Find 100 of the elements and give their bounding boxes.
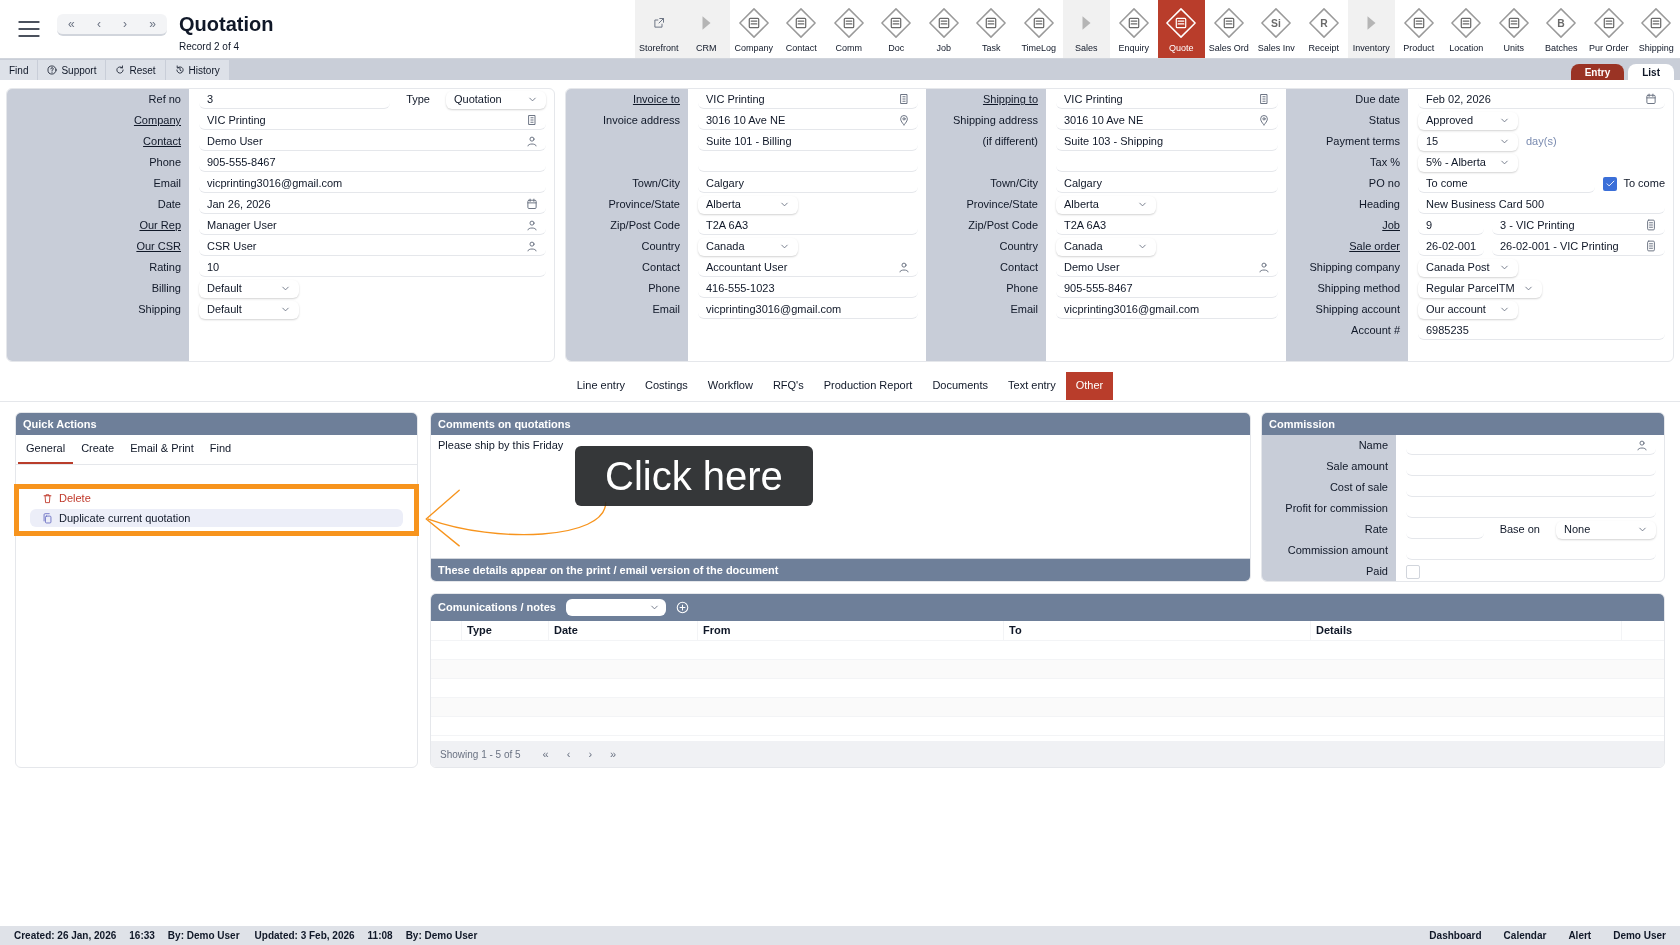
input-field[interactable]: 3 [199,90,391,109]
panel-tab[interactable]: General [18,435,74,464]
dropdown[interactable]: 5% - Alberta [1418,153,1518,172]
input-field[interactable]: VIC Printing [199,111,546,130]
input-field[interactable]: 905-555-8467 [1056,279,1278,298]
checkbox[interactable] [1406,564,1420,579]
field-link[interactable]: Invoice to [632,91,680,108]
input-field[interactable]: Calgary [698,174,918,193]
status-bar-link[interactable]: Dashboard [1429,928,1482,943]
input-field[interactable]: vicprinting3016@gmail.com [1056,300,1278,319]
toolbar-button[interactable]: Support [38,60,106,80]
input-field[interactable]: Suite 103 - Shipping [1056,132,1278,151]
dropdown[interactable]: Regular ParcelTM [1418,279,1542,298]
module-button[interactable]: Pur Order [1585,0,1633,58]
action-item[interactable]: Delete [30,489,403,507]
input-field[interactable]: 10 [199,258,546,277]
dropdown[interactable]: Alberta [698,195,798,214]
input-field[interactable]: 26-02-001 - VIC Printing [1492,237,1665,256]
record-tab[interactable]: Production Report [813,371,923,400]
pager-button[interactable]: ‹ [566,745,571,763]
field-link[interactable]: Company [133,112,181,129]
pager-button[interactable]: » [610,745,617,763]
input-field[interactable]: Jan 26, 2026 [199,195,546,214]
module-button[interactable]: B Batches [1537,0,1585,58]
input-field[interactable]: 3016 10 Ave NE [698,111,918,130]
input-field[interactable]: Calgary [1056,174,1278,193]
input-field[interactable]: VIC Printing [1056,90,1278,109]
toolbar-button[interactable]: History [165,60,229,80]
panel-tab[interactable]: Create [73,435,123,464]
input-field[interactable]: vicprinting3016@gmail.com [698,300,918,319]
record-tab[interactable]: Other [1065,371,1114,400]
module-button[interactable]: Job [920,0,968,58]
input-field[interactable]: 26-02-001 [1418,237,1484,256]
input-field[interactable]: Demo User [199,132,546,151]
input-field[interactable]: 6985235 [1418,321,1665,340]
input-field[interactable]: VIC Printing [698,90,918,109]
input-field[interactable]: T2A 6A3 [1056,216,1278,235]
toolbar-button[interactable]: Find [0,60,38,80]
status-bar-link[interactable]: Demo User [1613,928,1666,943]
input-field[interactable]: T2A 6A3 [698,216,918,235]
module-button[interactable]: Comm [825,0,873,58]
record-nav-button[interactable]: › [119,15,132,33]
record-tab[interactable]: Documents [922,371,999,400]
dropdown[interactable]: Quotation [446,90,546,109]
field-link[interactable]: Our CSR [136,238,181,255]
panel-tab[interactable]: Email & Print [122,435,202,464]
dropdown[interactable]: Canada [1056,237,1156,256]
module-button[interactable]: Units [1490,0,1538,58]
action-item[interactable]: Duplicate current quotation [30,509,403,527]
record-tab[interactable]: Costings [635,371,698,400]
dropdown[interactable]: None [1556,520,1656,539]
module-button[interactable]: Contact [777,0,825,58]
module-button[interactable]: Task [967,0,1015,58]
module-button[interactable]: Company [730,0,778,58]
module-button[interactable]: Storefront [635,0,683,58]
checkbox[interactable] [1603,176,1618,191]
input-field[interactable]: vicprinting3016@gmail.com [199,174,546,193]
dropdown[interactable]: Canada Post [1418,258,1518,277]
dropdown[interactable]: Canada [698,237,798,256]
add-button[interactable] [675,601,689,614]
dropdown[interactable]: Default [199,279,299,298]
view-tab[interactable]: List [1628,64,1674,80]
dropdown[interactable]: Approved [1418,111,1518,130]
record-tab[interactable]: Workflow [697,371,763,400]
view-tab[interactable]: Entry [1570,64,1625,80]
panel-tab[interactable]: Find [201,435,240,464]
input-field[interactable]: Demo User [1056,258,1278,277]
module-button[interactable]: TimeLog [1015,0,1063,58]
input-field[interactable]: Accountant User [698,258,918,277]
field-link[interactable]: Shipping to [982,91,1038,108]
input-field[interactable]: Manager User [199,216,546,235]
dropdown[interactable]: Alberta [1056,195,1156,214]
field-link[interactable]: Job [1382,217,1400,234]
record-nav-button[interactable]: ‹ [92,15,105,33]
module-button[interactable]: CRM [682,0,730,58]
input-field[interactable]: New Business Card 500 [1418,195,1665,214]
input-field[interactable]: Feb 02, 2026 [1418,90,1665,109]
module-button[interactable]: Location [1442,0,1490,58]
record-nav-button[interactable]: « [64,15,79,33]
dropdown[interactable]: Our account [1418,300,1518,319]
module-button[interactable]: Si Sales Inv [1252,0,1300,58]
input-field[interactable]: Suite 101 - Billing [698,132,918,151]
status-bar-link[interactable]: Calendar [1503,928,1547,943]
pager-button[interactable]: › [588,745,593,763]
dropdown[interactable]: Default [199,300,299,319]
input-field[interactable]: 905-555-8467 [199,153,546,172]
module-button[interactable]: Doc [872,0,920,58]
input-field[interactable]: To come [1418,174,1596,193]
record-nav-button[interactable]: » [145,15,160,33]
field-link[interactable]: Our Rep [139,217,181,234]
input-field[interactable]: 416-555-1023 [698,279,918,298]
module-button[interactable]: Inventory [1347,0,1395,58]
record-tab[interactable]: Text entry [998,371,1066,400]
module-button[interactable]: Sales [1062,0,1110,58]
module-button[interactable]: Shipping [1632,0,1680,58]
module-button[interactable]: Enquiry [1110,0,1158,58]
status-bar-link[interactable]: Alert [1568,928,1592,943]
module-button[interactable]: Sales Ord [1205,0,1253,58]
pager-button[interactable]: « [542,745,549,763]
dropdown[interactable]: 15 [1418,132,1518,151]
